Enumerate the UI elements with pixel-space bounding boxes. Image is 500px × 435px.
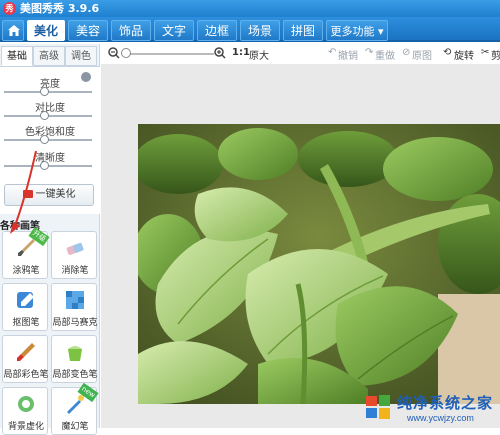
redo-button[interactable]: 重做 xyxy=(375,47,395,62)
tool-eraser-pen[interactable]: 消除笔 xyxy=(51,231,97,279)
crop-button[interactable]: 剪 xyxy=(491,47,500,62)
title-bar: 秀 美图秀秀 3.9.6 xyxy=(0,0,500,17)
left-panel: 基础 高级 调色 亮度 对比度 色彩饱和度 清晰度 一键美化 各种画笔 升级 涂… xyxy=(0,44,100,435)
tool-label: 局部马赛克 xyxy=(52,318,98,328)
one-key-beautify-button[interactable]: 一键美化 xyxy=(4,184,94,206)
magic-wand-icon xyxy=(22,190,33,198)
subtab-color[interactable]: 调色 xyxy=(65,46,97,66)
undo-icon: ↶ xyxy=(328,47,337,58)
saturation-slider-thumb[interactable] xyxy=(40,135,49,144)
actual-size-ratio[interactable]: 1:1 xyxy=(232,47,250,58)
tool-label: 涂鸦笔 xyxy=(12,266,40,276)
brush-icon xyxy=(18,239,35,256)
one-key-beautify-label: 一键美化 xyxy=(35,189,76,200)
blur-icon xyxy=(18,396,34,412)
contrast-label: 对比度 xyxy=(35,103,65,114)
sub-tabs: 基础 高级 调色 xyxy=(0,46,100,66)
crop-icon: ✂ xyxy=(481,47,490,58)
home-tab[interactable] xyxy=(2,20,24,41)
eraser-icon xyxy=(66,242,84,255)
contrast-slider-thumb[interactable] xyxy=(40,111,49,120)
subtab-basic[interactable]: 基础 xyxy=(1,46,33,66)
tool-label: 消除笔 xyxy=(61,266,89,276)
tool-label: 背景虚化 xyxy=(7,422,44,432)
zoom-out-icon[interactable] xyxy=(108,47,120,59)
subtab-advanced[interactable]: 高级 xyxy=(33,46,65,66)
cutout-pen-icon xyxy=(17,292,34,308)
rotate-icon: ⟲ xyxy=(443,47,452,58)
tool-doodle-pen[interactable]: 升级 涂鸦笔 xyxy=(2,226,50,279)
windows-logo-icon xyxy=(366,395,390,419)
zoom-in-icon[interactable] xyxy=(214,47,226,59)
magic-pen-icon xyxy=(67,395,84,414)
original-size-button[interactable]: 原大 xyxy=(249,47,269,62)
original-image-icon: ⊘ xyxy=(402,47,411,58)
photo-image[interactable] xyxy=(138,124,500,404)
redo-icon: ↷ xyxy=(365,47,374,58)
tool-label: 局部彩色笔 xyxy=(3,370,49,380)
app-logo-icon: 秀 xyxy=(3,2,16,15)
tab-collage[interactable]: 拼图 xyxy=(283,20,323,41)
tool-local-color-pen[interactable]: 局部彩色笔 xyxy=(2,335,49,383)
zoom-slider[interactable] xyxy=(124,53,214,55)
tool-label: 局部变色笔 xyxy=(52,370,98,380)
tool-local-mosaic[interactable]: 局部马赛克 xyxy=(51,283,98,331)
tool-label: 魔幻笔 xyxy=(61,422,89,432)
tab-more-functions[interactable]: 更多功能 ▾ xyxy=(326,20,388,41)
tab-accessories[interactable]: 饰品 xyxy=(111,20,151,41)
tab-scene[interactable]: 场景 xyxy=(240,20,280,41)
undo-button[interactable]: 撤销 xyxy=(338,47,358,62)
rotate-button[interactable]: 旋转 xyxy=(454,47,474,62)
sharpness-slider-thumb[interactable] xyxy=(40,161,49,170)
tab-text[interactable]: 文字 xyxy=(154,20,194,41)
watermark-title: 纯净系统之家 xyxy=(397,394,494,412)
brightness-label: 亮度 xyxy=(40,79,60,90)
site-watermark: 纯净系统之家 www.ycwjzy.com xyxy=(361,391,500,428)
tool-label: 抠图笔 xyxy=(12,318,40,328)
sharpness-label: 清晰度 xyxy=(35,153,65,164)
saturation-label: 色彩饱和度 xyxy=(25,127,75,138)
paint-bucket-icon xyxy=(68,346,82,361)
color-brush-icon xyxy=(17,343,35,361)
home-icon xyxy=(8,25,20,36)
tab-frame[interactable]: 边框 xyxy=(197,20,237,41)
original-image-button[interactable]: 原图 xyxy=(412,47,432,62)
mint-plant-photo xyxy=(138,124,500,404)
brightness-slider-thumb[interactable] xyxy=(40,87,49,96)
tab-beautify[interactable]: 美化 xyxy=(27,20,65,41)
mosaic-icon xyxy=(66,291,84,309)
main-tab-bar: 美化 美容 饰品 文字 边框 场景 拼图 更多功能 ▾ xyxy=(0,17,500,42)
watermark-url: www.ycwjzy.com xyxy=(407,413,474,423)
tab-beauty[interactable]: 美容 xyxy=(68,20,108,41)
image-toolbar: 1:1 原大 ↶ 撤销 ↷ 重做 ⊘ 原图 ⟲ 旋转 ✂ 剪 xyxy=(106,44,500,64)
tool-cutout-pen[interactable]: 抠图笔 xyxy=(2,283,48,331)
tool-local-recolor-pen[interactable]: 局部变色笔 xyxy=(51,335,98,383)
zoom-slider-thumb[interactable] xyxy=(121,48,131,58)
window-title: 美图秀秀 3.9.6 xyxy=(20,2,100,15)
